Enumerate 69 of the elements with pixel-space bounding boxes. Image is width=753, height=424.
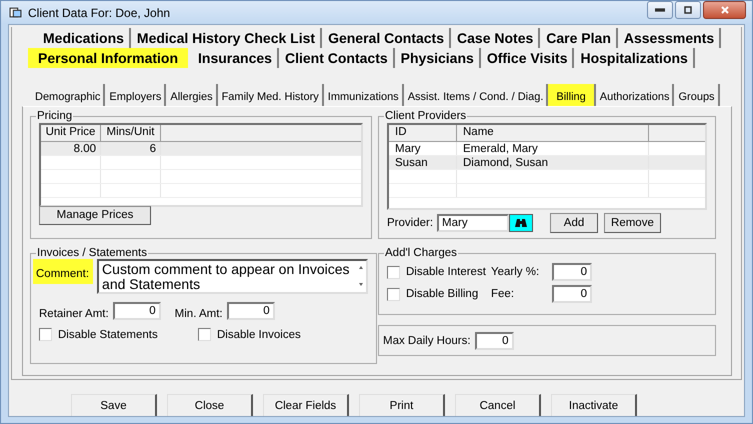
column-header[interactable]: ID <box>389 125 457 142</box>
group-title: Pricing <box>36 110 74 122</box>
app-icon <box>9 6 22 19</box>
max-daily-hours-label: Max Daily Hours: <box>383 334 471 346</box>
amount-field[interactable]: 0 <box>112 302 161 320</box>
maximize-icon <box>683 4 693 14</box>
checkbox-label: Disable Interest <box>406 266 486 278</box>
field-label: Min. Amt: <box>174 308 223 320</box>
group-title: Invoices / Statements <box>36 247 148 259</box>
button[interactable]: Save <box>71 394 157 416</box>
tab[interactable]: General Contacts <box>322 28 452 48</box>
button[interactable]: Print <box>359 394 445 416</box>
amount-field[interactable]: 0 <box>226 302 275 320</box>
tab[interactable]: Hospitalizations <box>574 48 695 68</box>
tab[interactable]: Medical History Check List <box>130 28 322 48</box>
provider-field[interactable]: Mary <box>437 214 510 232</box>
tab[interactable]: Immunizations <box>324 84 404 106</box>
tab[interactable]: Assessments <box>618 28 722 48</box>
button[interactable]: Cancel <box>455 394 541 416</box>
checkbox[interactable] <box>39 328 52 341</box>
table-row[interactable]: Susan Diamond, Susan <box>389 156 705 170</box>
checkbox-label: Disable Invoices <box>217 328 301 340</box>
button[interactable]: Add <box>550 213 598 233</box>
field-label: Retainer Amt: <box>39 308 109 320</box>
tab[interactable]: Employers <box>105 84 166 106</box>
column-header[interactable]: Name <box>457 125 649 142</box>
button[interactable]: Close <box>167 394 253 416</box>
maximize-button[interactable] <box>675 0 701 18</box>
tab[interactable]: Assist. Items / Cond. / Diag. <box>404 84 548 106</box>
tab[interactable]: Care Plan <box>540 28 618 48</box>
button[interactable]: Remove <box>604 213 661 233</box>
comment-label: Comment: <box>33 259 94 284</box>
tab[interactable]: Authorizations <box>596 84 674 106</box>
binoculars-icon <box>514 217 528 229</box>
tab[interactable]: Demographic <box>31 84 106 106</box>
comment-field[interactable]: Custom comment to appear on Invoices and Statements <box>97 259 368 294</box>
tab[interactable]: Client Contacts <box>278 48 395 68</box>
checkbox[interactable] <box>387 288 400 300</box>
window-title: Client Data For: Doe, John <box>28 6 172 20</box>
tab[interactable]: Insurances <box>192 48 279 68</box>
manage-prices-button[interactable]: Manage Prices <box>39 206 151 224</box>
tab[interactable]: Personal Information <box>28 48 190 68</box>
tab[interactable]: Case Notes <box>451 28 540 48</box>
minimize-button[interactable] <box>647 0 673 18</box>
table-row[interactable]: 8.00 6 <box>41 142 361 156</box>
max-daily-hours-field[interactable]: 0 <box>474 332 514 350</box>
close-icon <box>720 4 730 14</box>
button[interactable]: Inactivate <box>551 394 637 416</box>
checkbox[interactable] <box>198 328 211 341</box>
field-label: Yearly %: <box>491 266 540 278</box>
button[interactable]: Clear Fields <box>263 394 349 416</box>
group-title: Client Providers <box>384 110 468 122</box>
checkbox[interactable] <box>387 266 400 278</box>
provider-label: Provider: <box>387 217 434 229</box>
tab[interactable]: Allergies <box>166 84 218 106</box>
checkbox-label: Disable Statements <box>58 328 158 340</box>
tab[interactable]: Office Visits <box>480 48 574 68</box>
tab[interactable]: Billing <box>548 84 596 106</box>
tab[interactable]: Groups <box>674 84 720 106</box>
tab[interactable]: Medications <box>37 28 131 48</box>
checkbox-label: Disable Billing <box>406 288 478 300</box>
group-title: Add'l Charges <box>384 247 458 259</box>
close-button[interactable] <box>703 0 746 18</box>
field-label: Fee: <box>491 288 516 300</box>
amount-field[interactable]: 0 <box>552 263 592 281</box>
tab[interactable]: Physicians <box>394 48 481 68</box>
find-button[interactable] <box>509 214 534 232</box>
amount-field[interactable]: 0 <box>552 285 592 303</box>
tab[interactable]: Family Med. History <box>218 84 324 106</box>
